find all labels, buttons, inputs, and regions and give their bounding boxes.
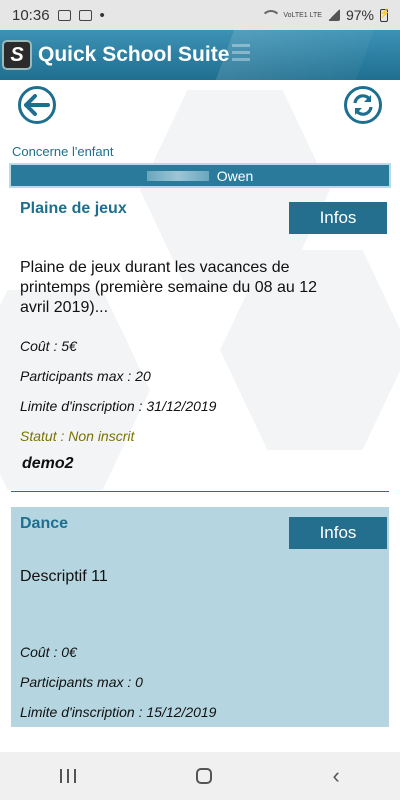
menu-icon[interactable]	[232, 44, 250, 65]
app-title: Quick School Suite	[38, 43, 230, 66]
activity-title: Dance	[20, 515, 69, 532]
home-button[interactable]	[196, 768, 213, 784]
main-content[interactable]: Concerne l'enfant Owen Plaine de jeux In…	[0, 80, 400, 752]
refresh-button[interactable]	[344, 86, 382, 124]
wifi-icon	[261, 9, 282, 21]
app-bar: S Quick School Suite	[0, 30, 400, 80]
activity-deadline: Limite d'inscription : 15/12/2019	[20, 704, 217, 720]
signal-icon	[327, 9, 340, 21]
infos-button[interactable]: Infos	[289, 517, 387, 549]
activity-deadline: Limite d'inscription : 31/12/2019	[20, 398, 217, 414]
activity-description: Plaine de jeux durant les vacances de pr…	[20, 259, 318, 316]
child-name: Owen	[216, 167, 254, 184]
activity-owner: demo2	[22, 455, 74, 472]
arrow-left-icon	[24, 94, 50, 116]
child-selector[interactable]: Owen	[9, 163, 391, 188]
refresh-icon	[353, 94, 373, 116]
activity-card: Dance Infos Descriptif 11 Coût : 0€ Part…	[11, 507, 389, 727]
mail-icon	[78, 9, 92, 21]
back-button[interactable]	[18, 86, 56, 124]
activity-max-participants: Participants max : 0	[20, 674, 143, 690]
activity-max-participants: Participants max : 20	[20, 368, 151, 384]
concerne-label: Concerne l'enfant	[12, 144, 114, 159]
infos-button[interactable]: Infos	[289, 202, 387, 234]
status-bar: 10:36 • VoLTE1 LTE 97%	[0, 0, 400, 30]
activity-description: Descriptif 11	[20, 568, 108, 585]
activity-cost: Coût : 5€	[20, 338, 77, 354]
system-nav-bar: ‹	[0, 752, 400, 800]
activity-title: Plaine de jeux	[20, 200, 127, 217]
dot-icon: •	[99, 6, 105, 24]
activity-card: Plaine de jeux Infos Plaine de jeux dura…	[11, 192, 389, 492]
blurred-surname	[146, 170, 209, 181]
back-nav-button[interactable]: ‹	[333, 763, 340, 789]
app-logo: S	[2, 40, 32, 70]
battery-percent: 97%	[345, 7, 374, 23]
divider	[11, 491, 389, 492]
battery-charging-icon	[379, 8, 390, 22]
activity-status: Statut : Non inscrit	[20, 428, 135, 444]
image-icon	[57, 9, 71, 21]
status-time: 10:36	[12, 6, 50, 24]
activity-cost: Coût : 0€	[20, 644, 77, 660]
recents-button[interactable]	[60, 769, 77, 783]
lte-label: VoLTE1 LTE	[283, 11, 322, 19]
